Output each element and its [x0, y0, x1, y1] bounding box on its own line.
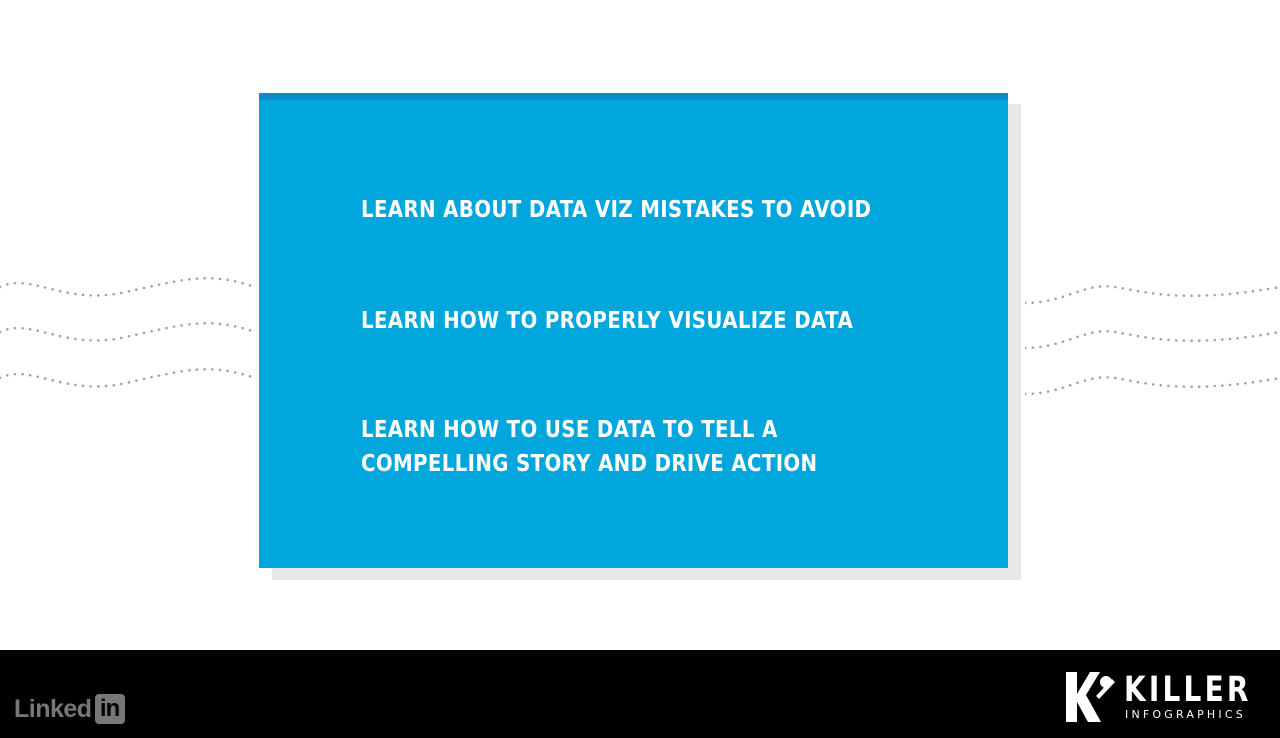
objective-3: LEARN HOW TO USE DATA TO TELL A COMPELLI…	[361, 413, 817, 481]
killer-infographics-logo: KILLER INFOGRAPHICS	[1066, 670, 1248, 726]
slide: LEARN ABOUT DATA VIZ MISTAKES TO AVOID L…	[0, 0, 1280, 650]
dotted-wave-decoration-right	[1025, 284, 1280, 396]
linkedin-logo: Linked in	[14, 692, 125, 726]
linkedin-logo-word: Linked	[14, 694, 92, 723]
objective-2-line-1: LEARN HOW TO PROPERLY VISUALIZE DATA	[361, 308, 854, 334]
objective-1: LEARN ABOUT DATA VIZ MISTAKES TO AVOID	[361, 193, 871, 227]
objective-1-line-1: LEARN ABOUT DATA VIZ MISTAKES TO AVOID	[361, 197, 872, 223]
video-footer-bar: Linked in KILLER INFOGRAPHICS	[0, 650, 1280, 738]
objective-3-line-2: COMPELLING STORY AND DRIVE ACTION	[361, 451, 818, 477]
linkedin-logo-box: in	[94, 694, 125, 724]
dotted-wave-decoration-left	[0, 276, 255, 388]
objectives-card: LEARN ABOUT DATA VIZ MISTAKES TO AVOID L…	[259, 93, 1008, 568]
objective-2: LEARN HOW TO PROPERLY VISUALIZE DATA	[361, 304, 853, 338]
killer-logo-subtitle: INFOGRAPHICS	[1125, 708, 1246, 721]
killer-k-mark-icon	[1066, 672, 1115, 722]
killer-logo-wordmark: KILLER	[1124, 670, 1252, 710]
objective-3-line-1: LEARN HOW TO USE DATA TO TELL A	[361, 417, 778, 443]
